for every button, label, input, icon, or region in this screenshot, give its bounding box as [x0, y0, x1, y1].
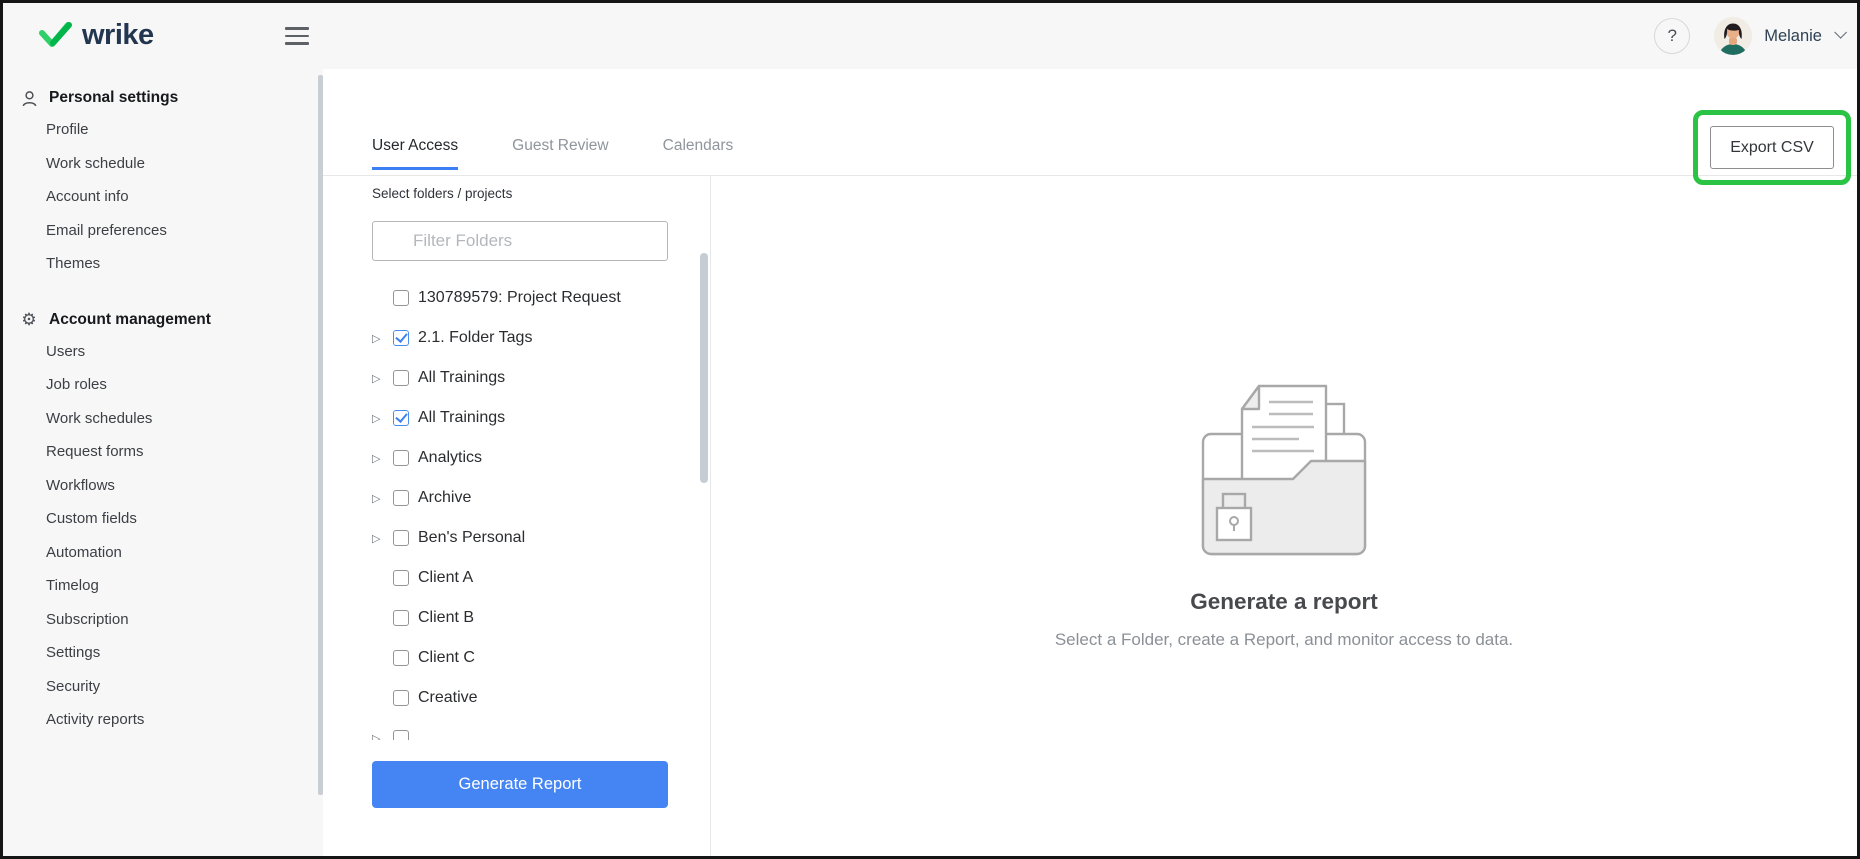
export-csv-button[interactable]: Export CSV — [1710, 126, 1834, 169]
sidebar-item-custom-fields[interactable]: Custom fields — [3, 502, 323, 536]
filter-funnel-icon — [387, 233, 403, 249]
content-body: Select folders / projects 130789579: Pro… — [323, 176, 1857, 856]
tree-item-creative[interactable]: Creative — [366, 678, 668, 718]
folder-tree: 130789579: Project Request ▷ 2.1. Folder T… — [366, 278, 668, 740]
checkbox-unchecked[interactable] — [393, 690, 409, 706]
tree-item-clipped[interactable]: ▷ — [366, 718, 668, 740]
tree-item-2-1-folder-tags[interactable]: ▷ 2.1. Folder Tags — [366, 318, 668, 358]
checkbox-unchecked[interactable] — [393, 450, 409, 466]
expand-arrow-icon[interactable]: ▷ — [372, 372, 393, 385]
checkbox-unchecked[interactable] — [393, 530, 409, 546]
expand-arrow-icon[interactable]: ▷ — [372, 452, 393, 465]
tree-item-archive[interactable]: ▷ Archive — [366, 478, 668, 518]
sidebar-item-account-info[interactable]: Account info — [3, 180, 323, 214]
tree-item-label: Client A — [418, 569, 473, 587]
expand-arrow-icon[interactable]: ▷ — [372, 532, 393, 545]
locked-folder-documents-illustration — [1196, 378, 1372, 561]
annotation-highlight-box: Export CSV — [1693, 110, 1851, 185]
tree-item-label: Ben's Personal — [418, 529, 525, 547]
tree-item-label: Client B — [418, 609, 474, 627]
tree-item-label: Client C — [418, 649, 475, 667]
wrike-logo[interactable]: wrike — [39, 19, 154, 52]
expand-arrow-icon[interactable]: ▷ — [372, 332, 393, 345]
checkbox-unchecked[interactable] — [393, 610, 409, 626]
help-button[interactable]: ? — [1654, 18, 1690, 54]
checkbox-unchecked[interactable] — [393, 490, 409, 506]
checkbox-unchecked[interactable] — [393, 290, 409, 306]
sidebar-item-work-schedule[interactable]: Work schedule — [3, 147, 323, 181]
avatar-woman-illustration — [1714, 17, 1752, 55]
tree-item-analytics[interactable]: ▷ Analytics — [366, 438, 668, 478]
wrike-check-icon — [39, 22, 73, 49]
sidebar-item-settings[interactable]: Settings — [3, 636, 323, 670]
gear-icon: ⚙ — [19, 311, 39, 329]
sidebar-item-subscription[interactable]: Subscription — [3, 603, 323, 637]
sidebar: Personal settingsProfileWork scheduleAcc… — [3, 69, 323, 856]
filter-folders-box — [372, 221, 668, 261]
tree-item-130789579-project-request[interactable]: 130789579: Project Request — [366, 278, 668, 318]
checkbox-unchecked[interactable] — [393, 570, 409, 586]
tab-list: User Access Guest Review Calendars — [372, 137, 787, 175]
tree-item-all-trainings[interactable]: ▷ All Trainings — [366, 358, 668, 398]
generate-report-button[interactable]: Generate Report — [372, 761, 668, 808]
sidebar-item-themes[interactable]: Themes — [3, 247, 323, 281]
sidebar-item-profile[interactable]: Profile — [3, 113, 323, 147]
expand-arrow-icon[interactable]: ▷ — [372, 412, 393, 425]
chevron-down-icon[interactable] — [1834, 26, 1847, 39]
expand-arrow-icon[interactable]: ▷ — [372, 732, 393, 741]
tree-item-label: 130789579: Project Request — [418, 289, 621, 307]
sidebar-item-email-preferences[interactable]: Email preferences — [3, 214, 323, 248]
tree-item-label: Archive — [418, 489, 471, 507]
tab-bar: User Access Guest Review Calendars Export … — [323, 69, 1857, 176]
sidebar-item-timelog[interactable]: Timelog — [3, 569, 323, 603]
tree-item-ben-s-personal[interactable]: ▷ Ben's Personal — [366, 518, 668, 558]
avatar[interactable] — [1714, 17, 1752, 55]
main-content: User Access Guest Review Calendars Export … — [323, 69, 1857, 856]
person-icon — [19, 89, 39, 107]
sidebar-item-users[interactable]: Users — [3, 335, 323, 369]
empty-state-title: Generate a report — [1190, 589, 1378, 615]
sidebar-section-title: Account management — [49, 311, 211, 329]
sidebar-item-workflows[interactable]: Workflows — [3, 469, 323, 503]
tree-item-client-b[interactable]: Client B — [366, 598, 668, 638]
filter-folders-input[interactable] — [413, 231, 667, 251]
sidebar-item-job-roles[interactable]: Job roles — [3, 368, 323, 402]
folder-tree-scrollbar[interactable] — [700, 253, 708, 483]
tree-item-label: All Trainings — [418, 409, 505, 427]
sidebar-item-activity-reports[interactable]: Activity reports — [3, 703, 323, 737]
tab-user-access[interactable]: User Access — [372, 137, 458, 170]
user-name[interactable]: Melanie — [1764, 27, 1822, 46]
tab-calendars[interactable]: Calendars — [663, 137, 734, 170]
checkbox-unchecked[interactable] — [393, 730, 409, 740]
top-bar-right: ? Melanie — [1654, 3, 1843, 69]
tab-guest-review[interactable]: Guest Review — [512, 137, 608, 170]
folder-select-panel: Select folders / projects 130789579: Pro… — [323, 176, 711, 856]
sidebar-section-personal-settings[interactable]: Personal settings — [3, 83, 323, 113]
tree-item-label: Creative — [418, 689, 478, 707]
checkbox-checked[interactable] — [393, 410, 409, 426]
top-bar: wrike ? Melanie — [3, 3, 1857, 69]
expand-arrow-icon[interactable]: ▷ — [372, 492, 393, 505]
hamburger-menu-icon[interactable] — [285, 27, 309, 46]
sidebar-section-title: Personal settings — [49, 89, 178, 107]
sidebar-item-security[interactable]: Security — [3, 670, 323, 704]
panel-title: Select folders / projects — [372, 186, 512, 201]
empty-state-description: Select a Folder, create a Report, and mo… — [1055, 630, 1513, 650]
checkbox-unchecked[interactable] — [393, 650, 409, 666]
tree-item-client-a[interactable]: Client A — [366, 558, 668, 598]
tree-item-label: 2.1. Folder Tags — [418, 329, 532, 347]
sidebar-section-account-management[interactable]: ⚙ Account management — [3, 305, 323, 335]
tree-item-label: Analytics — [418, 449, 482, 467]
sidebar-item-automation[interactable]: Automation — [3, 536, 323, 570]
sidebar-item-work-schedules[interactable]: Work schedules — [3, 402, 323, 436]
app-window: wrike ? Melanie Personal settings Profile… — [0, 0, 1860, 859]
tree-item-label: All Trainings — [418, 369, 505, 387]
report-empty-state: Generate a report Select a Folder, creat… — [711, 176, 1857, 856]
sidebar-item-request-forms[interactable]: Request forms — [3, 435, 323, 469]
checkbox-checked[interactable] — [393, 330, 409, 346]
checkbox-unchecked[interactable] — [393, 370, 409, 386]
brand-name: wrike — [82, 19, 154, 52]
tree-item-all-trainings[interactable]: ▷ All Trainings — [366, 398, 668, 438]
tree-item-client-c[interactable]: Client C — [366, 638, 668, 678]
